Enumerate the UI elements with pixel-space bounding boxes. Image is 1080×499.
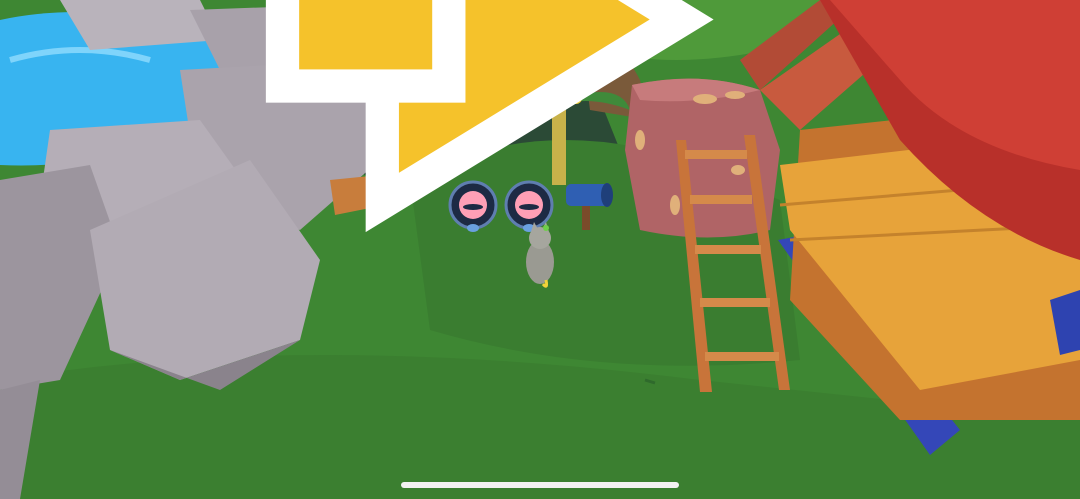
skip-button[interactable]: 跳过 bbox=[0, 0, 1072, 232]
home-indicator[interactable] bbox=[401, 482, 679, 488]
arrow-right-icon bbox=[0, 0, 1072, 273]
game-scene[interactable]: 跳过 bbox=[0, 0, 1080, 499]
